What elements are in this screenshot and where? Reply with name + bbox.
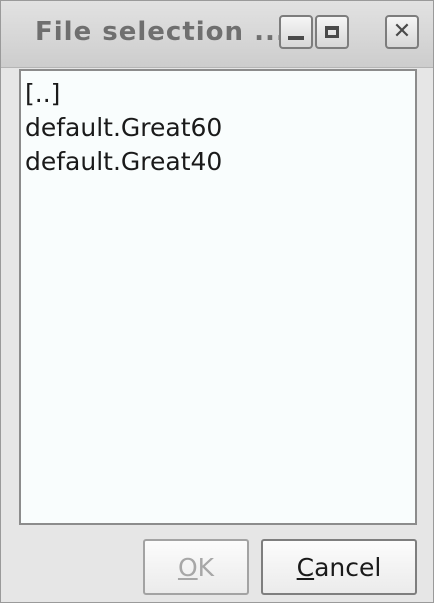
title-bar[interactable]: File selection ... ✕ [1, 1, 433, 68]
close-icon: ✕ [392, 19, 412, 44]
cancel-button-mnemonic: C [296, 552, 315, 582]
file-selection-dialog: File selection ... ✕ [..] default.Great6… [0, 0, 434, 603]
list-item-file[interactable]: default.Great60 [25, 111, 415, 145]
close-button[interactable]: ✕ [385, 15, 419, 49]
file-list[interactable]: [..] default.Great60 default.Great40 [19, 69, 417, 525]
ok-button-mnemonic: O [177, 552, 198, 582]
window-title: File selection ... [35, 17, 287, 47]
ok-button[interactable]: OK [143, 539, 249, 595]
minimize-icon [288, 36, 304, 40]
list-item-parent-directory[interactable]: [..] [25, 77, 415, 111]
ok-button-label: K [197, 552, 215, 582]
minimize-button[interactable] [279, 15, 313, 49]
maximize-icon [325, 26, 339, 38]
cancel-button[interactable]: Cancel [261, 539, 417, 595]
maximize-button[interactable] [315, 15, 349, 49]
cancel-button-label: ancel [314, 552, 382, 582]
list-item-file[interactable]: default.Great40 [25, 145, 415, 179]
